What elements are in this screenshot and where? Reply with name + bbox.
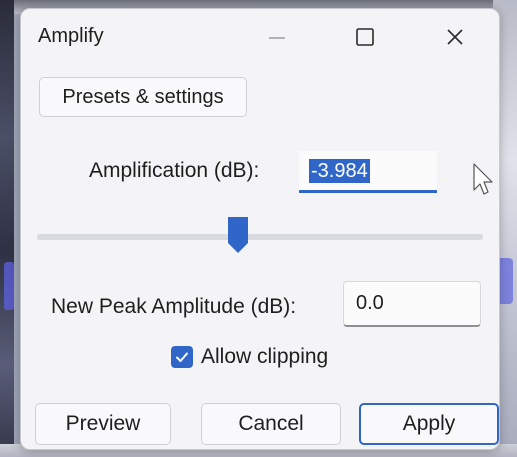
- amplification-value: -3.984: [309, 159, 370, 183]
- new-peak-amplitude-label: New Peak Amplitude (dB):: [51, 295, 297, 318]
- apply-button[interactable]: Apply: [359, 403, 499, 445]
- background-track-clip-left: [4, 262, 14, 310]
- new-peak-amplitude-input[interactable]: 0.0: [343, 281, 481, 327]
- minimize-icon: [269, 37, 285, 39]
- checkmark-icon: [176, 352, 188, 362]
- amplification-input[interactable]: -3.984: [299, 151, 437, 193]
- amplification-label: Amplification (dB):: [89, 159, 260, 182]
- close-button[interactable]: [429, 17, 481, 57]
- title-bar[interactable]: Amplify: [21, 9, 499, 65]
- window-title: Amplify: [38, 25, 104, 47]
- amplification-slider-track[interactable]: [37, 234, 483, 240]
- close-icon: [447, 29, 463, 45]
- minimize-button[interactable]: [251, 17, 303, 57]
- amplification-slider-thumb[interactable]: [226, 215, 250, 259]
- allow-clipping-checkbox[interactable]: [171, 346, 193, 368]
- maximize-button[interactable]: [339, 17, 391, 57]
- preview-button[interactable]: Preview: [35, 403, 171, 445]
- mouse-cursor-icon: [473, 163, 493, 195]
- maximize-icon: [356, 28, 374, 46]
- allow-clipping-label: Allow clipping: [201, 345, 329, 368]
- amplify-dialog: Amplify Presets & settings Amplification…: [20, 8, 500, 450]
- allow-clipping-option[interactable]: Allow clipping: [171, 345, 328, 369]
- presets-settings-button[interactable]: Presets & settings: [39, 77, 247, 117]
- slider-thumb-icon: [227, 217, 248, 253]
- background-app-left: [0, 0, 14, 457]
- cancel-button[interactable]: Cancel: [201, 403, 341, 445]
